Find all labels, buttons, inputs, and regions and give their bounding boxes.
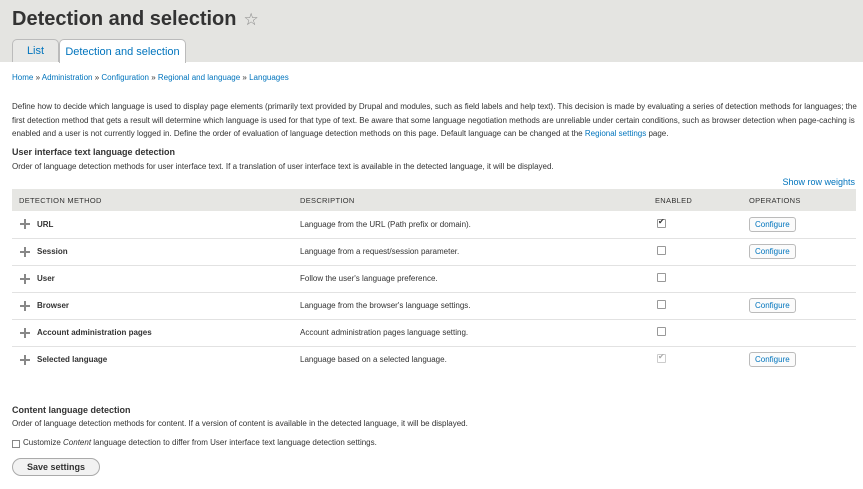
header-detection-method: DETECTION METHOD <box>19 195 102 205</box>
tab-detection-and-selection[interactable]: Detection and selection <box>59 39 186 63</box>
drag-handle-icon[interactable] <box>19 246 31 258</box>
breadcrumb-configuration[interactable]: Configuration <box>101 73 149 82</box>
header-enabled: ENABLED <box>655 195 693 205</box>
breadcrumb-regional-and-language[interactable]: Regional and language <box>158 73 240 82</box>
table-row: Browser Language from the browser's lang… <box>12 292 856 319</box>
content-section-description: Order of language detection methods for … <box>12 419 468 428</box>
method-name: Account administration pages <box>37 328 152 337</box>
page-header: Detection and selection ☆ List Detection… <box>0 0 863 63</box>
intro-text-end: page. <box>646 129 669 139</box>
content-section-heading: Content language detection <box>12 405 131 415</box>
customize-content-label: Customize Content language detection to … <box>23 438 377 447</box>
enabled-checkbox[interactable] <box>657 273 666 282</box>
breadcrumb-languages[interactable]: Languages <box>249 73 289 82</box>
intro-text: Define how to decide which language is u… <box>12 100 857 141</box>
enabled-checkbox[interactable] <box>657 217 666 228</box>
drag-handle-icon[interactable] <box>19 327 31 339</box>
page-title-text: Detection and selection <box>12 8 237 30</box>
drag-handle-icon[interactable] <box>19 273 31 285</box>
method-name: User <box>37 274 55 283</box>
header-operations: OPERATIONS <box>749 195 801 205</box>
method-description: Language from a request/session paramete… <box>300 247 460 256</box>
enabled-checkbox[interactable] <box>657 327 666 336</box>
method-name: Browser <box>37 301 70 310</box>
customize-em: Content <box>63 438 92 447</box>
enabled-checkbox <box>657 352 666 364</box>
method-description: Language from the browser's language set… <box>300 301 471 310</box>
drag-handle-icon[interactable] <box>19 300 31 312</box>
ui-section-heading: User interface text language detection <box>12 147 176 157</box>
header-description: DESCRIPTION <box>300 195 355 205</box>
customize-prefix: Customize <box>23 438 64 447</box>
configure-button[interactable]: Configure <box>749 298 796 313</box>
configure-button[interactable]: Configure <box>749 216 796 232</box>
method-name: Selected language <box>37 355 108 365</box>
breadcrumb-administration[interactable]: Administration <box>42 73 93 82</box>
enabled-checkbox[interactable] <box>657 300 666 309</box>
method-description: Follow the user's language preference. <box>300 274 438 283</box>
enabled-checkbox[interactable] <box>657 246 666 255</box>
page-title: Detection and selection ☆ <box>12 8 259 31</box>
table-header-row: DETECTION METHOD DESCRIPTION ENABLED OPE… <box>12 189 856 211</box>
tab-list[interactable]: List <box>12 39 59 62</box>
table-row: Selected language Language based on a se… <box>12 346 856 373</box>
drag-handle-icon[interactable] <box>19 354 31 366</box>
method-name: Session <box>37 247 68 256</box>
ui-section-description: Order of language detection methods for … <box>12 162 554 171</box>
detection-methods-table: DETECTION METHOD DESCRIPTION ENABLED OPE… <box>12 189 856 373</box>
show-row-weights-link[interactable]: Show row weights <box>782 177 855 187</box>
intro-text-main: Define how to decide which language is u… <box>12 102 857 139</box>
method-description: Language from the URL (Path prefix or do… <box>300 219 471 229</box>
method-description: Account administration pages language se… <box>300 328 469 337</box>
star-icon[interactable]: ☆ <box>244 10 259 30</box>
drag-handle-icon[interactable] <box>19 218 31 230</box>
regional-settings-link[interactable]: Regional settings <box>585 129 646 138</box>
customize-suffix: language detection to differ from User i… <box>91 438 377 447</box>
save-settings-button[interactable]: Save settings <box>12 458 100 476</box>
configure-button[interactable]: Configure <box>749 244 796 259</box>
table-row: Session Language from a request/session … <box>12 238 856 265</box>
customize-content-checkbox[interactable] <box>12 440 20 448</box>
table-row: URL Language from the URL (Path prefix o… <box>12 211 856 238</box>
breadcrumb-home[interactable]: Home <box>12 73 33 82</box>
breadcrumb: Home » Administration » Configuration » … <box>12 73 289 82</box>
primary-tabs: List Detection and selection <box>12 39 186 63</box>
method-name: URL <box>37 219 54 229</box>
configure-button[interactable]: Configure <box>749 352 796 368</box>
method-description: Language based on a selected language. <box>300 355 447 365</box>
table-row: Account administration pages Account adm… <box>12 319 856 346</box>
table-row: User Follow the user's language preferen… <box>12 265 856 292</box>
